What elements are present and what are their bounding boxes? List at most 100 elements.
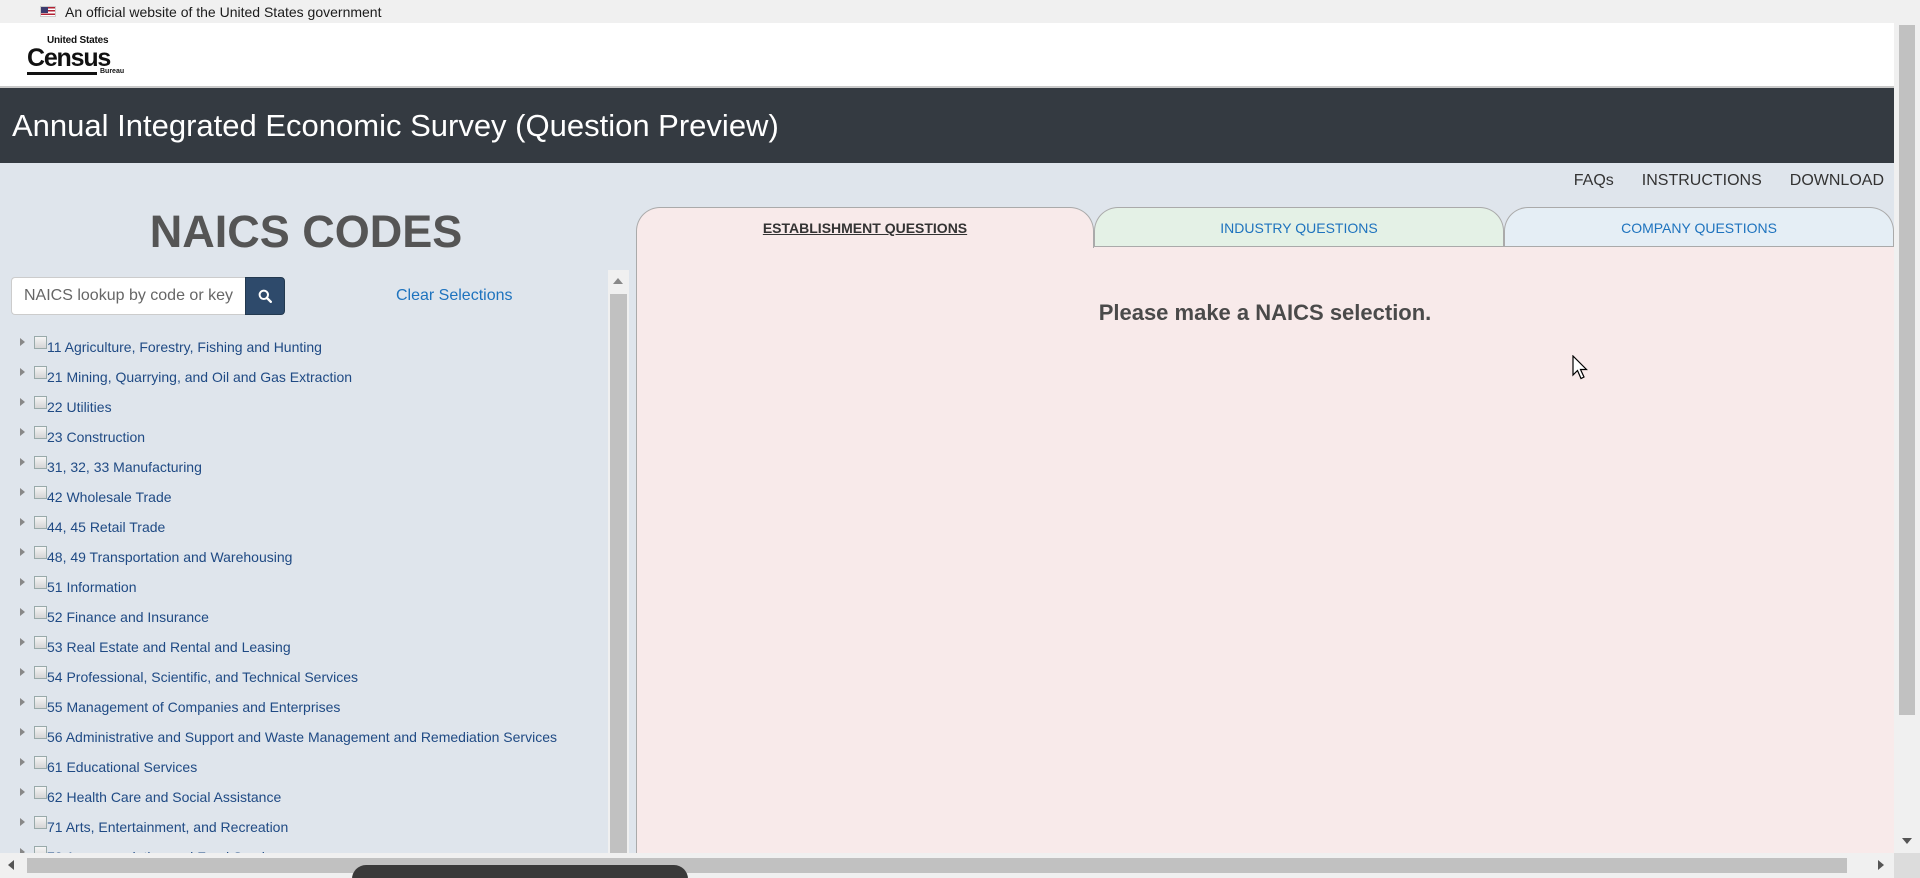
tab-company-questions[interactable]: COMPANY QUESTIONS bbox=[1504, 207, 1894, 247]
naics-tree-item[interactable]: 54 Professional, Scientific, and Technic… bbox=[12, 663, 602, 693]
naics-checkbox[interactable] bbox=[34, 336, 47, 349]
naics-tree-item[interactable]: 21 Mining, Quarrying, and Oil and Gas Ex… bbox=[12, 363, 602, 393]
naics-checkbox[interactable] bbox=[34, 426, 47, 439]
naics-tree: 11 Agriculture, Forestry, Fishing and Hu… bbox=[12, 333, 602, 853]
naics-tree-item[interactable]: 61 Educational Services bbox=[12, 753, 602, 783]
scrollbar-corner bbox=[1894, 853, 1920, 878]
naics-item-label[interactable]: 44, 45 Retail Trade bbox=[47, 513, 165, 535]
naics-item-label[interactable]: 55 Management of Companies and Enterpris… bbox=[47, 693, 340, 715]
naics-item-label[interactable]: 42 Wholesale Trade bbox=[47, 483, 172, 505]
expand-triangle-icon[interactable] bbox=[20, 368, 25, 376]
naics-checkbox[interactable] bbox=[34, 546, 47, 559]
naics-checkbox[interactable] bbox=[34, 756, 47, 769]
naics-item-label[interactable]: 53 Real Estate and Rental and Leasing bbox=[47, 633, 291, 655]
naics-item-label[interactable]: 23 Construction bbox=[47, 423, 145, 445]
naics-tree-item[interactable]: 55 Management of Companies and Enterpris… bbox=[12, 693, 602, 723]
naics-item-label[interactable]: 62 Health Care and Social Assistance bbox=[47, 783, 281, 805]
naics-tree-item[interactable]: 11 Agriculture, Forestry, Fishing and Hu… bbox=[12, 333, 602, 363]
naics-item-label[interactable]: 51 Information bbox=[47, 573, 137, 595]
expand-triangle-icon[interactable] bbox=[20, 608, 25, 616]
naics-tree-item[interactable]: 53 Real Estate and Rental and Leasing bbox=[12, 633, 602, 663]
naics-checkbox[interactable] bbox=[34, 396, 47, 409]
nav-instructions[interactable]: INSTRUCTIONS bbox=[1642, 172, 1762, 190]
expand-triangle-icon[interactable] bbox=[20, 578, 25, 586]
title-bar: Annual Integrated Economic Survey (Quest… bbox=[0, 88, 1894, 163]
naics-checkbox[interactable] bbox=[34, 786, 47, 799]
tree-scrollbar[interactable] bbox=[608, 270, 629, 853]
naics-checkbox[interactable] bbox=[34, 486, 47, 499]
naics-checkbox[interactable] bbox=[34, 576, 47, 589]
tab-industry-questions[interactable]: INDUSTRY QUESTIONS bbox=[1094, 207, 1504, 247]
naics-tree-item[interactable]: 42 Wholesale Trade bbox=[12, 483, 602, 513]
logo-line3: Bureau bbox=[100, 68, 125, 75]
naics-item-label[interactable]: 56 Administrative and Support and Waste … bbox=[47, 723, 557, 745]
naics-tree-item[interactable]: 71 Arts, Entertainment, and Recreation bbox=[12, 813, 602, 843]
naics-item-label[interactable]: 54 Professional, Scientific, and Technic… bbox=[47, 663, 358, 685]
naics-checkbox[interactable] bbox=[34, 666, 47, 679]
naics-tree-item[interactable]: 31, 32, 33 Manufacturing bbox=[12, 453, 602, 483]
naics-tree-item[interactable]: 62 Health Care and Social Assistance bbox=[12, 783, 602, 813]
naics-checkbox[interactable] bbox=[34, 846, 47, 853]
expand-triangle-icon[interactable] bbox=[20, 518, 25, 526]
scroll-down-arrow-icon[interactable] bbox=[1902, 838, 1912, 844]
tree-scroll-thumb[interactable] bbox=[610, 294, 627, 853]
tab-establishment-questions[interactable]: ESTABLISHMENT QUESTIONS bbox=[636, 207, 1094, 248]
expand-triangle-icon[interactable] bbox=[20, 818, 25, 826]
naics-item-label[interactable]: 52 Finance and Insurance bbox=[47, 603, 209, 625]
page-vertical-scrollbar[interactable] bbox=[1894, 0, 1920, 853]
naics-checkbox[interactable] bbox=[34, 606, 47, 619]
naics-checkbox[interactable] bbox=[34, 456, 47, 469]
expand-triangle-icon[interactable] bbox=[20, 698, 25, 706]
naics-tree-item[interactable]: 23 Construction bbox=[12, 423, 602, 453]
scroll-left-arrow-icon[interactable] bbox=[8, 860, 14, 870]
naics-tree-item[interactable]: 56 Administrative and Support and Waste … bbox=[12, 723, 602, 753]
scroll-up-arrow-icon[interactable] bbox=[613, 278, 623, 284]
census-logo[interactable]: United States Census Bureau bbox=[27, 35, 124, 75]
nav-faqs[interactable]: FAQs bbox=[1574, 172, 1614, 190]
naics-heading: NAICS CODES bbox=[149, 206, 463, 257]
naics-tree-item[interactable]: 48, 49 Transportation and Warehousing bbox=[12, 543, 602, 573]
page-hscroll-thumb[interactable] bbox=[27, 858, 1847, 873]
naics-item-label[interactable]: 21 Mining, Quarrying, and Oil and Gas Ex… bbox=[47, 363, 352, 385]
question-tabs: ESTABLISHMENT QUESTIONS INDUSTRY QUESTIO… bbox=[636, 207, 1894, 248]
nav-download[interactable]: DOWNLOAD bbox=[1790, 172, 1884, 190]
expand-triangle-icon[interactable] bbox=[20, 638, 25, 646]
naics-item-label[interactable]: 61 Educational Services bbox=[47, 753, 197, 775]
naics-tree-item[interactable]: 52 Finance and Insurance bbox=[12, 603, 602, 633]
naics-tree-item[interactable]: 22 Utilities bbox=[12, 393, 602, 423]
expand-triangle-icon[interactable] bbox=[20, 488, 25, 496]
expand-triangle-icon[interactable] bbox=[20, 458, 25, 466]
expand-triangle-icon[interactable] bbox=[20, 758, 25, 766]
expand-triangle-icon[interactable] bbox=[20, 428, 25, 436]
expand-triangle-icon[interactable] bbox=[20, 788, 25, 796]
selection-prompt: Please make a NAICS selection. bbox=[1098, 300, 1432, 325]
naics-item-label[interactable]: 31, 32, 33 Manufacturing bbox=[47, 453, 202, 475]
naics-checkbox[interactable] bbox=[34, 726, 47, 739]
expand-triangle-icon[interactable] bbox=[20, 548, 25, 556]
page-vscroll-thumb[interactable] bbox=[1899, 25, 1915, 715]
naics-checkbox[interactable] bbox=[34, 516, 47, 529]
logo-line2: Census bbox=[27, 44, 111, 72]
naics-checkbox[interactable] bbox=[34, 366, 47, 379]
search-button[interactable] bbox=[245, 277, 285, 315]
naics-tree-item[interactable]: 72 Accommodation and Food Services bbox=[12, 843, 602, 853]
overlay-tab bbox=[352, 865, 688, 878]
naics-checkbox[interactable] bbox=[34, 696, 47, 709]
expand-triangle-icon[interactable] bbox=[20, 668, 25, 676]
naics-item-label[interactable]: 72 Accommodation and Food Services bbox=[47, 843, 287, 853]
naics-item-label[interactable]: 22 Utilities bbox=[47, 393, 112, 415]
expand-triangle-icon[interactable] bbox=[20, 728, 25, 736]
naics-search-input[interactable] bbox=[11, 277, 245, 315]
page-horizontal-scrollbar[interactable] bbox=[0, 853, 1894, 878]
naics-checkbox[interactable] bbox=[34, 636, 47, 649]
naics-tree-item[interactable]: 51 Information bbox=[12, 573, 602, 603]
expand-triangle-icon[interactable] bbox=[20, 338, 25, 346]
naics-item-label[interactable]: 48, 49 Transportation and Warehousing bbox=[47, 543, 292, 565]
clear-selections-link[interactable]: Clear Selections bbox=[396, 287, 513, 305]
naics-item-label[interactable]: 11 Agriculture, Forestry, Fishing and Hu… bbox=[47, 333, 322, 355]
naics-item-label[interactable]: 71 Arts, Entertainment, and Recreation bbox=[47, 813, 288, 835]
naics-checkbox[interactable] bbox=[34, 816, 47, 829]
scroll-right-arrow-icon[interactable] bbox=[1878, 860, 1884, 870]
expand-triangle-icon[interactable] bbox=[20, 398, 25, 406]
naics-tree-item[interactable]: 44, 45 Retail Trade bbox=[12, 513, 602, 543]
